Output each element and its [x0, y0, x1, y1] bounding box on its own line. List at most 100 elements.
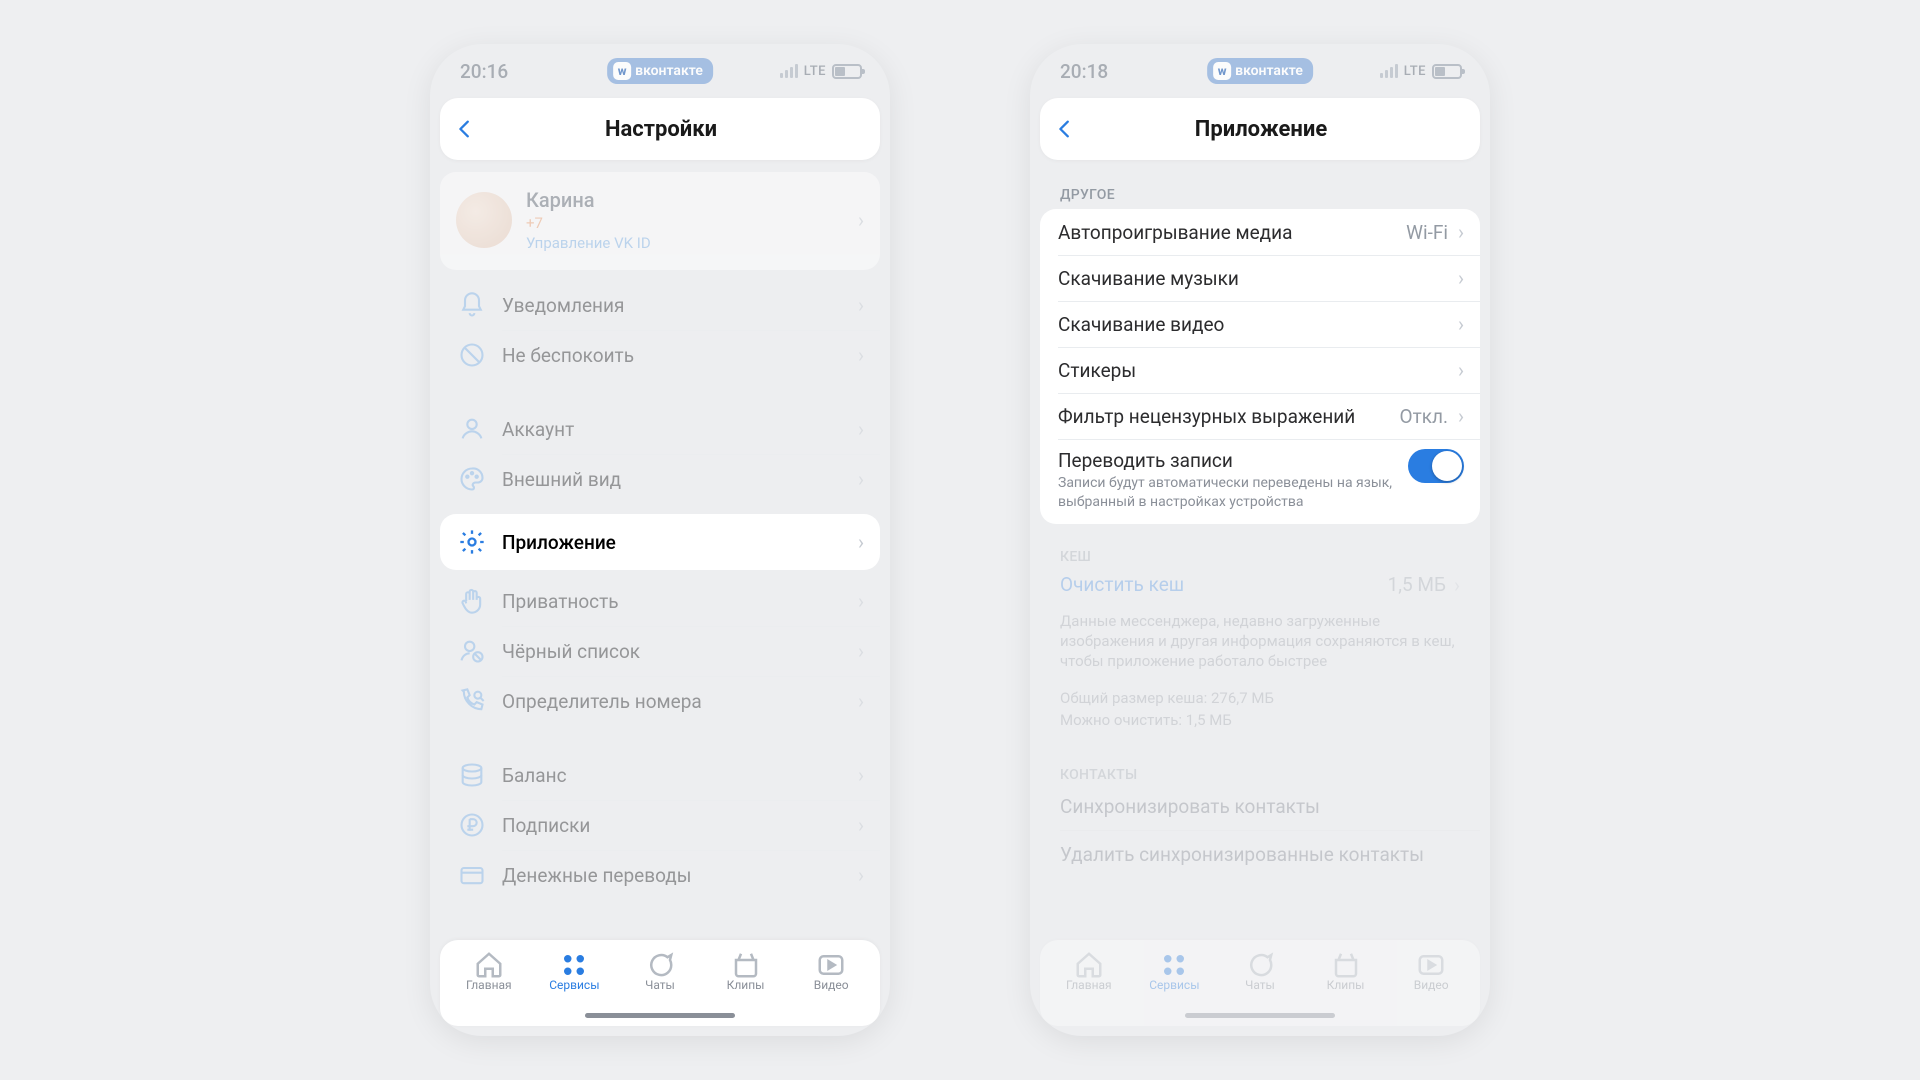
signal-icon [1380, 64, 1398, 78]
home-icon [1074, 950, 1104, 976]
row-label: Денежные переводы [502, 864, 842, 887]
row-label: Подписки [502, 814, 842, 837]
translate-toggle[interactable] [1408, 449, 1464, 483]
bell-icon [458, 291, 486, 319]
row-stickers[interactable]: Стикеры › [1040, 347, 1480, 393]
phone-search-icon [458, 687, 486, 715]
clear-cache-value: 1,5 МБ [1388, 573, 1446, 596]
nav-home[interactable]: Главная [449, 950, 529, 992]
chevron-right-icon: › [858, 467, 864, 491]
network-label: LTE [1404, 64, 1426, 79]
nav-label: Чаты [1245, 978, 1275, 992]
row-label: Скачивание музыки [1058, 267, 1448, 290]
status-right: LTE [780, 64, 862, 79]
nav-label: Клипы [727, 978, 765, 992]
avatar [456, 192, 512, 248]
nav-services[interactable]: Сервисы [1134, 950, 1214, 992]
row-autoplay[interactable]: Автопроигрывание медиа Wi-Fi › [1040, 209, 1480, 255]
header: Настройки [440, 98, 880, 160]
vk-brand-text: вконтакте [1235, 63, 1303, 79]
cache-note: Данные мессенджера, недавно загруженные … [1040, 609, 1480, 672]
row-label: Фильтр нецензурных выражений [1058, 405, 1390, 428]
palette-icon [458, 465, 486, 493]
section-cache: КЕШ [1040, 534, 1480, 571]
video-icon [816, 950, 846, 976]
row-privacy[interactable]: Приватность › [440, 576, 880, 626]
row-appearance[interactable]: Внешний вид › [440, 454, 880, 504]
vk-brand-text: вконтакте [635, 63, 703, 79]
nav-video[interactable]: Видео [791, 950, 871, 992]
other-card: Автопроигрывание медиа Wi-Fi › Скачивани… [1040, 209, 1480, 524]
chevron-right-icon: › [858, 639, 864, 663]
nav-label: Чаты [645, 978, 675, 992]
page-title: Приложение [1056, 117, 1466, 142]
nav-label: Клипы [1327, 978, 1365, 992]
home-indicator [1185, 1013, 1335, 1018]
row-label: Уведомления [502, 294, 842, 317]
row-app[interactable]: Приложение › [440, 514, 880, 570]
status-bar: 20:16 w вконтакте LTE [430, 44, 890, 98]
nav-chats[interactable]: Чаты [620, 950, 700, 992]
clear-cache-label: Очистить кеш [1060, 573, 1184, 596]
nav-services[interactable]: Сервисы [534, 950, 614, 992]
video-icon [1416, 950, 1446, 976]
section-other: ДРУГОЕ [1040, 172, 1480, 209]
chevron-right-icon: › [858, 689, 864, 713]
row-clear-cache[interactable]: Очистить кеш 1,5 МБ › [1040, 571, 1480, 597]
row-notifications[interactable]: Уведомления › [440, 280, 880, 330]
row-label: Баланс [502, 764, 842, 787]
nav-label: Главная [1066, 978, 1112, 992]
row-music-dl[interactable]: Скачивание музыки › [1040, 255, 1480, 301]
vk-brand-badge: w вконтакте [607, 58, 713, 84]
chevron-right-icon: › [1458, 220, 1464, 244]
chevron-right-icon: › [1458, 358, 1464, 382]
hand-icon [458, 587, 486, 615]
network-label: LTE [804, 64, 826, 79]
vk-logo-icon: w [613, 62, 631, 80]
chevron-right-icon: › [858, 813, 864, 837]
signal-icon [780, 64, 798, 78]
row-transfers[interactable]: Денежные переводы › [440, 850, 880, 900]
chevron-right-icon: › [858, 293, 864, 317]
user-icon [458, 415, 486, 443]
row-profanity[interactable]: Фильтр нецензурных выражений Откл. › [1040, 393, 1480, 439]
status-time: 20:18 [1060, 60, 1108, 83]
vk-logo-icon: w [1213, 62, 1231, 80]
coins-icon [458, 761, 486, 789]
bottom-nav: Главная Сервисы Чаты Клипы Видео [440, 940, 880, 1026]
row-value: Откл. [1400, 405, 1448, 428]
nav-label: Сервисы [1149, 978, 1199, 992]
row-translate[interactable]: Переводить записи Записи будут автоматич… [1040, 439, 1480, 524]
row-callerid[interactable]: Определитель номера › [440, 676, 880, 726]
phone-app-settings: 20:18 w вконтакте LTE Приложение ДРУГОЕ … [1030, 44, 1490, 1036]
row-label: Не беспокоить [502, 344, 842, 367]
nav-video[interactable]: Видео [1391, 950, 1471, 992]
clips-icon [731, 950, 761, 976]
row-balance[interactable]: Баланс › [440, 750, 880, 800]
row-video-dl[interactable]: Скачивание видео › [1040, 301, 1480, 347]
row-blacklist[interactable]: Чёрный список › [440, 626, 880, 676]
row-label: Аккаунт [502, 418, 842, 441]
manage-vkid-link[interactable]: Управление VK ID [526, 234, 844, 252]
services-icon [1159, 950, 1189, 976]
nav-chats[interactable]: Чаты [1220, 950, 1300, 992]
nav-clips[interactable]: Клипы [706, 950, 786, 992]
chevron-right-icon: › [858, 530, 864, 554]
chevron-right-icon: › [858, 863, 864, 887]
row-value: Wi-Fi [1406, 221, 1448, 244]
cache-canclear: Можно очистить: 1,5 МБ [1040, 708, 1480, 730]
profile-card[interactable]: Карина +7 Управление VK ID › [440, 172, 880, 270]
chevron-right-icon: › [1458, 266, 1464, 290]
row-account[interactable]: Аккаунт › [440, 404, 880, 454]
block-user-icon [458, 637, 486, 665]
chat-icon [1245, 950, 1275, 976]
row-sync-contacts[interactable]: Синхронизировать контакты [1040, 789, 1480, 830]
nav-clips[interactable]: Клипы [1306, 950, 1386, 992]
clips-icon [1331, 950, 1361, 976]
battery-icon [1432, 64, 1462, 79]
row-delete-contacts[interactable]: Удалить синхронизированные контакты [1040, 831, 1480, 866]
nav-home[interactable]: Главная [1049, 950, 1129, 992]
row-dnd[interactable]: Не беспокоить › [440, 330, 880, 380]
row-label: Переводить записи [1058, 449, 1398, 472]
row-subs[interactable]: Подписки › [440, 800, 880, 850]
